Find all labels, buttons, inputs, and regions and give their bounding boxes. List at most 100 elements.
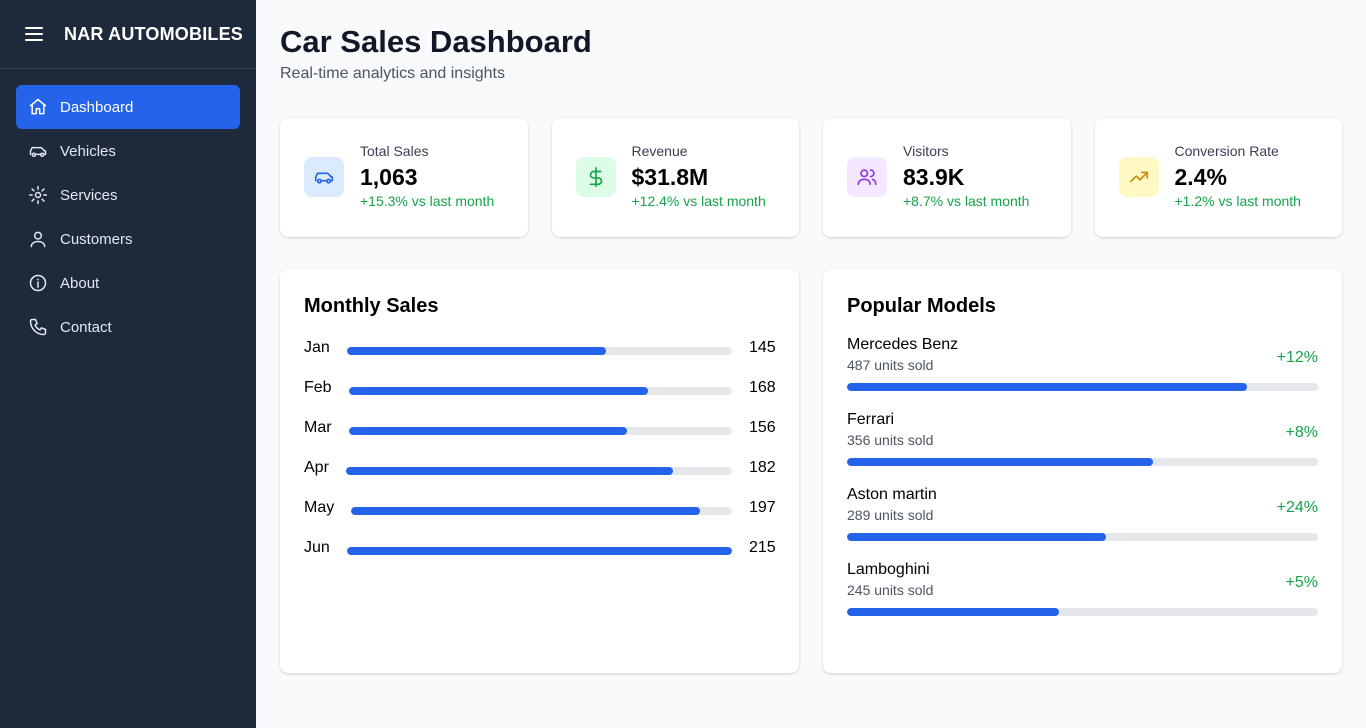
popular-models-panel: Popular Models Mercedes Benz 487 units s… bbox=[823, 269, 1342, 673]
model-progress-fill bbox=[847, 383, 1248, 391]
month-label: May bbox=[304, 499, 335, 516]
month-label: Jan bbox=[304, 339, 330, 356]
month-value: 182 bbox=[749, 459, 776, 476]
model-progress-fill bbox=[847, 608, 1059, 616]
sidebar-item-services[interactable]: Services bbox=[16, 173, 240, 217]
model-progress-track bbox=[847, 533, 1318, 541]
page-subtitle: Real-time analytics and insights bbox=[280, 65, 505, 82]
hamburger-menu-icon[interactable] bbox=[25, 27, 43, 41]
month-progress-track bbox=[348, 427, 732, 435]
sidebar: NAR AUTOMOBILES Dashboard Vehicles Servi… bbox=[0, 0, 256, 728]
month-progress-track bbox=[345, 467, 732, 475]
stat-change: +1.2% vs last month bbox=[1174, 193, 1301, 209]
month-value: 215 bbox=[749, 539, 776, 556]
month-row: May 197 bbox=[304, 496, 776, 520]
dollar-icon bbox=[575, 157, 616, 197]
sidebar-item-contact[interactable]: Contact bbox=[16, 305, 240, 349]
trending-up-icon bbox=[1118, 157, 1159, 197]
panel-title: Popular Models bbox=[847, 295, 996, 317]
model-progress-fill bbox=[847, 533, 1107, 541]
sidebar-item-label: Vehicles bbox=[60, 142, 116, 160]
model-item: Mercedes Benz 487 units sold +12% bbox=[847, 336, 1318, 391]
brand-title: NAR AUTOMOBILES bbox=[64, 23, 244, 44]
month-progress-track bbox=[346, 347, 732, 355]
model-change: +5% bbox=[1285, 574, 1318, 591]
stat-card-revenue: Revenue $31.8M +12.4% vs last month bbox=[551, 118, 799, 237]
month-label: Jun bbox=[304, 539, 330, 556]
month-label: Apr bbox=[304, 459, 329, 476]
model-units: 289 units sold bbox=[847, 507, 934, 523]
month-progress-fill bbox=[348, 427, 627, 435]
model-units: 356 units sold bbox=[847, 432, 934, 448]
stat-card-visitors: Visitors 83.9K +8.7% vs last month bbox=[823, 118, 1071, 237]
month-row: Apr 182 bbox=[304, 456, 776, 480]
stat-change: +15.3% vs last month bbox=[360, 193, 495, 209]
stats-row: Total Sales 1,063 +15.3% vs last month R… bbox=[280, 118, 1342, 237]
month-label: Feb bbox=[304, 379, 332, 396]
stat-card-conversion-rate: Conversion Rate 2.4% +1.2% vs last month bbox=[1094, 118, 1342, 237]
sidebar-item-label: Contact bbox=[60, 318, 112, 336]
gear-icon bbox=[28, 185, 48, 205]
stat-label: Conversion Rate bbox=[1174, 143, 1279, 159]
sidebar-item-customers[interactable]: Customers bbox=[16, 217, 240, 261]
month-row: Feb 168 bbox=[304, 376, 776, 400]
month-value: 197 bbox=[749, 499, 776, 516]
stat-label: Visitors bbox=[903, 143, 949, 159]
sidebar-item-label: About bbox=[60, 274, 100, 292]
car-icon bbox=[304, 157, 344, 197]
stat-value: 83.9K bbox=[903, 164, 965, 190]
month-progress-track bbox=[346, 547, 732, 555]
info-icon bbox=[28, 273, 48, 293]
model-progress-fill bbox=[847, 458, 1154, 466]
month-progress-fill bbox=[351, 507, 701, 515]
month-progress-fill bbox=[346, 547, 732, 555]
main-content: Car Sales Dashboard Real-time analytics … bbox=[256, 0, 1366, 728]
stat-change: +8.7% vs last month bbox=[903, 193, 1030, 209]
users-icon bbox=[847, 157, 887, 197]
sidebar-item-dashboard[interactable]: Dashboard bbox=[16, 85, 240, 129]
model-progress-track bbox=[847, 383, 1318, 391]
month-progress-fill bbox=[345, 467, 673, 475]
stat-label: Revenue bbox=[631, 143, 688, 159]
sidebar-item-about[interactable]: About bbox=[16, 261, 240, 305]
month-row: Jan 145 bbox=[304, 336, 776, 360]
month-label: Mar bbox=[304, 419, 332, 436]
month-progress-fill bbox=[348, 387, 649, 395]
stat-change: +12.4% vs last month bbox=[631, 193, 766, 209]
popular-models-list: Mercedes Benz 487 units sold +12% Ferrar… bbox=[847, 336, 1318, 616]
model-item: Aston martin 289 units sold +24% bbox=[847, 486, 1318, 541]
month-row: Mar 156 bbox=[304, 416, 776, 440]
stat-label: Total Sales bbox=[360, 143, 429, 159]
model-units: 487 units sold bbox=[847, 357, 934, 373]
model-progress-track bbox=[847, 608, 1318, 616]
sidebar-item-vehicles[interactable]: Vehicles bbox=[16, 129, 240, 173]
home-icon bbox=[28, 97, 48, 117]
stat-value: 1,063 bbox=[360, 164, 418, 190]
stat-value: $31.8M bbox=[631, 164, 709, 190]
month-value: 168 bbox=[749, 379, 776, 396]
model-change: +24% bbox=[1276, 499, 1318, 516]
sidebar-nav: Dashboard Vehicles Services Customers Ab… bbox=[0, 69, 256, 365]
model-name: Aston martin bbox=[847, 486, 937, 503]
panel-title: Monthly Sales bbox=[304, 295, 439, 317]
panels-row: Monthly Sales Jan 145 Feb 168 Mar 156 Ap… bbox=[280, 269, 1342, 673]
model-name: Mercedes Benz bbox=[847, 336, 959, 353]
user-icon bbox=[28, 229, 48, 249]
model-change: +12% bbox=[1276, 349, 1318, 366]
stat-value: 2.4% bbox=[1174, 164, 1227, 190]
month-value: 156 bbox=[749, 419, 776, 436]
model-units: 245 units sold bbox=[847, 582, 934, 598]
sidebar-item-label: Customers bbox=[60, 230, 133, 248]
month-progress-track bbox=[351, 507, 732, 515]
car-icon bbox=[28, 141, 48, 161]
month-progress-track bbox=[348, 387, 732, 395]
sidebar-item-label: Dashboard bbox=[60, 98, 134, 116]
phone-icon bbox=[28, 317, 48, 337]
stat-card-total-sales: Total Sales 1,063 +15.3% vs last month bbox=[280, 118, 528, 237]
monthly-sales-list: Jan 145 Feb 168 Mar 156 Apr 182 May 197 … bbox=[304, 336, 776, 560]
brand-header: NAR AUTOMOBILES bbox=[0, 0, 256, 69]
month-progress-fill bbox=[346, 347, 607, 355]
sidebar-item-label: Services bbox=[60, 186, 118, 204]
month-value: 145 bbox=[749, 339, 776, 356]
model-name: Lamboghini bbox=[847, 561, 930, 578]
